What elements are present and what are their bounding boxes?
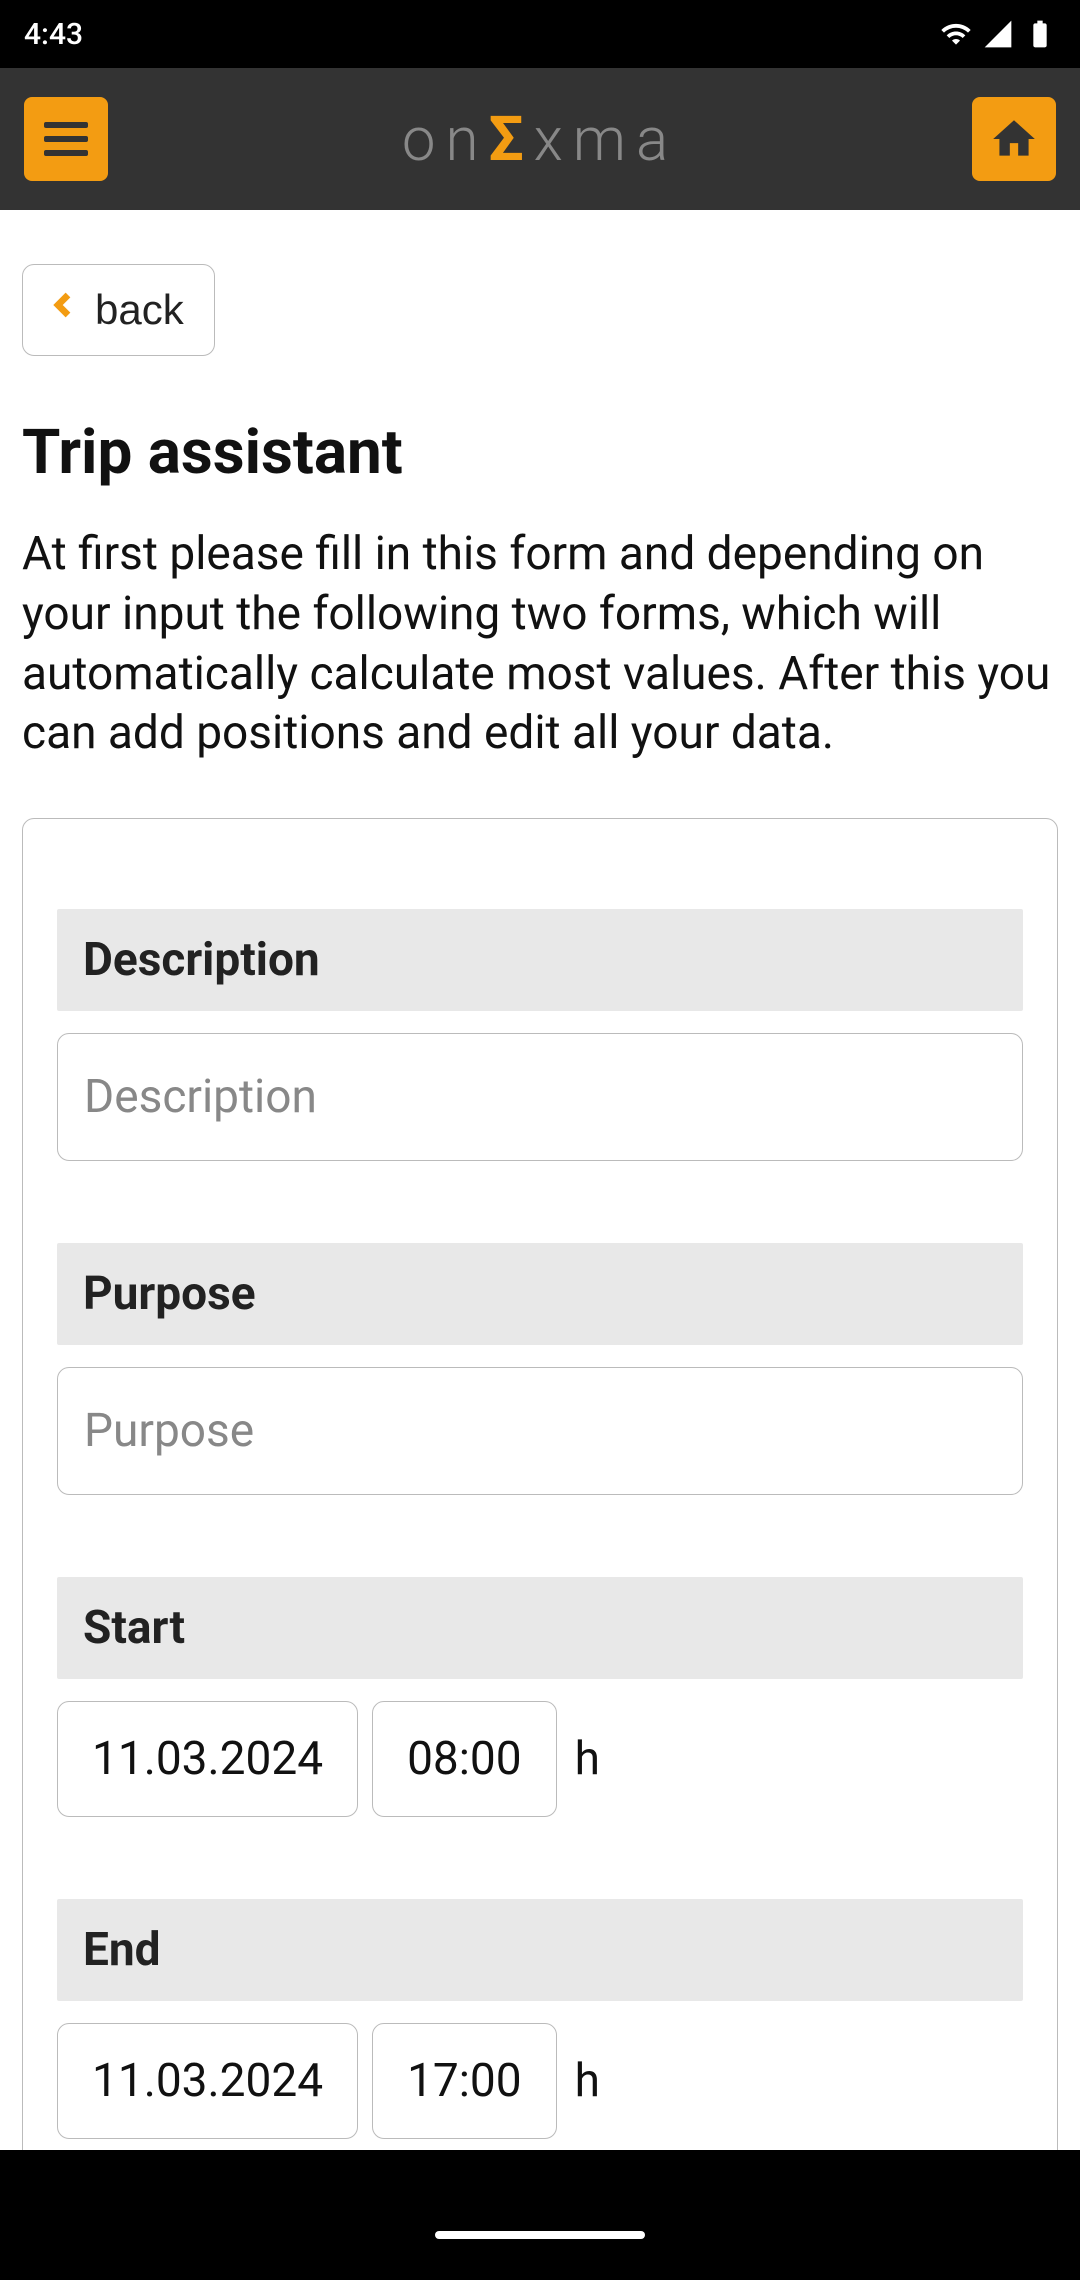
purpose-input[interactable] — [57, 1367, 1023, 1495]
battery-icon — [1024, 18, 1056, 50]
status-bar: 4:43 — [0, 0, 1080, 68]
end-datetime-row: 11.03.2024 17:00 h — [57, 2023, 1023, 2139]
app-header: onΣxma — [0, 68, 1080, 210]
home-button[interactable] — [972, 97, 1056, 181]
purpose-label: Purpose — [57, 1243, 1023, 1345]
end-label: End — [57, 1899, 1023, 2001]
end-unit: h — [575, 2054, 600, 2108]
logo-part1: on — [402, 104, 489, 175]
logo-part2: xma — [534, 104, 679, 175]
status-time: 4:43 — [24, 17, 83, 52]
signal-icon — [982, 18, 1014, 50]
nav-indicator[interactable] — [435, 2231, 645, 2239]
form-card: Description Purpose Start 11.03.2024 08:… — [22, 818, 1058, 2150]
content-area: back Trip assistant At first please fill… — [0, 210, 1080, 2150]
intro-text: At first please fill in this form and de… — [22, 525, 1058, 764]
chevron-left-icon — [43, 279, 83, 341]
description-group: Description — [57, 909, 1023, 1161]
logo-sigma: Σ — [488, 103, 533, 176]
app-logo: onΣxma — [402, 103, 678, 176]
back-button[interactable]: back — [22, 264, 215, 356]
system-nav-bar — [0, 2150, 1080, 2280]
start-datetime-row: 11.03.2024 08:00 h — [57, 1701, 1023, 1817]
start-unit: h — [575, 1732, 600, 1786]
status-icons — [940, 18, 1056, 50]
end-date-input[interactable]: 11.03.2024 — [57, 2023, 358, 2139]
end-time-input[interactable]: 17:00 — [372, 2023, 557, 2139]
hamburger-icon — [44, 122, 88, 156]
menu-button[interactable] — [24, 97, 108, 181]
description-input[interactable] — [57, 1033, 1023, 1161]
start-label: Start — [57, 1577, 1023, 1679]
start-time-input[interactable]: 08:00 — [372, 1701, 557, 1817]
start-date-input[interactable]: 11.03.2024 — [57, 1701, 358, 1817]
page-title: Trip assistant — [22, 416, 1058, 489]
start-group: Start 11.03.2024 08:00 h — [57, 1577, 1023, 1817]
purpose-group: Purpose — [57, 1243, 1023, 1495]
wifi-icon — [940, 18, 972, 50]
description-label: Description — [57, 909, 1023, 1011]
home-icon — [989, 114, 1039, 164]
end-group: End 11.03.2024 17:00 h — [57, 1899, 1023, 2139]
back-label: back — [95, 286, 184, 334]
